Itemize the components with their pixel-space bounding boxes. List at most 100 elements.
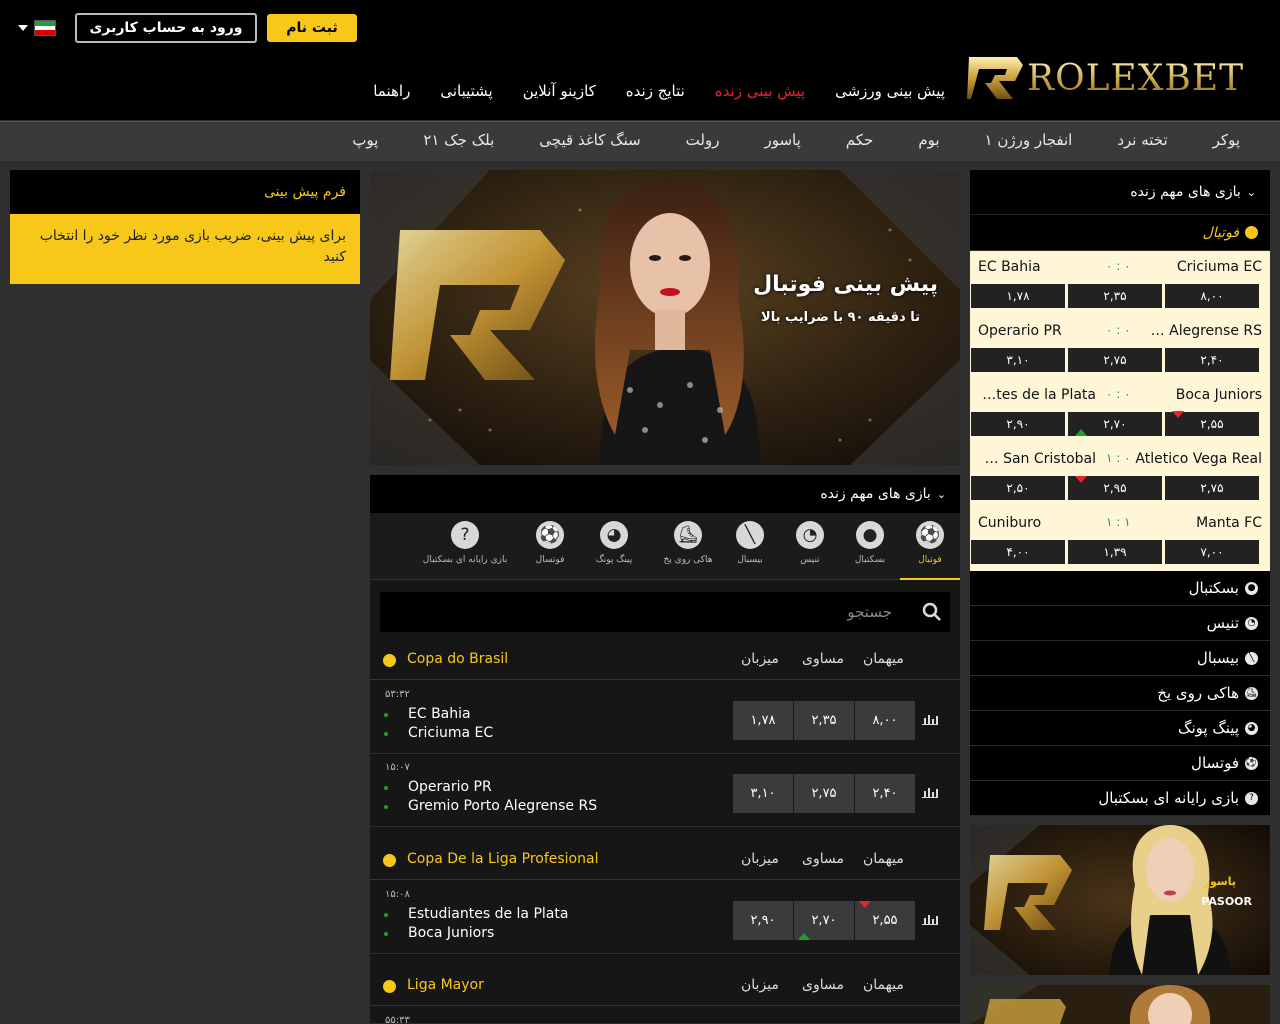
sidebar-sports-list: بسکتبال ● تنیس ◔ بیسبال ╲ هاکی روی یخ ⛸ پینگ… (970, 571, 1270, 816)
promo-banner-2[interactable] (970, 985, 1270, 1024)
pasoor-promo-banner[interactable]: پاسور PASOOR (970, 825, 1270, 975)
tab-label: بیسبال (737, 555, 763, 565)
odd-button[interactable]: ۸,۰۰ (855, 701, 915, 740)
nav-online-casino[interactable]: کازینو آنلاین (523, 82, 596, 102)
tab-label: هاکی روی یخ (663, 555, 713, 565)
odd-button[interactable]: ۲,۷۵ (1068, 348, 1162, 372)
football-promo-banner[interactable]: پیش بینی فوتبال تا دقیقه ۹۰ با ضرایب بال… (370, 170, 960, 465)
tab-ice-hockey[interactable]: ⛸ هاکی روی یخ (653, 513, 723, 580)
sidebar-item-basketball[interactable]: بسکتبال ● (970, 571, 1270, 606)
tab-basketball[interactable]: ● بسکتبال (840, 513, 900, 580)
odd-button[interactable]: ۳,۱۰ (971, 348, 1065, 372)
odd-button[interactable]: ۷,۰۰ (1165, 540, 1259, 564)
home-team: Gremio Porto Alegrense RS (1144, 323, 1262, 339)
sidebar-item-label: پینگ پونگ (1178, 719, 1239, 737)
game-crash[interactable]: انفجار ورژن ۱ (985, 131, 1073, 149)
league-name[interactable]: Liga Mayor (407, 977, 484, 993)
game-pasoor[interactable]: پاسور (764, 131, 800, 149)
league-name[interactable]: Copa do Brasil (407, 651, 508, 667)
league-name[interactable]: Copa De la Liga Profesional (407, 851, 598, 867)
nav-support[interactable]: پشتیبانی (440, 82, 492, 102)
odd-button[interactable]: ۲,۹۰ (733, 901, 793, 940)
odd-button[interactable]: ۲,۵۰ (971, 476, 1065, 500)
stats-icon[interactable] (922, 913, 938, 925)
odd-button[interactable]: ۲,۹۰ (971, 412, 1065, 436)
odd-button[interactable]: ۱,۳۹ (1068, 540, 1162, 564)
nav-help[interactable]: راهنما (373, 82, 410, 102)
odd-button[interactable]: ۴,۰۰ (971, 540, 1065, 564)
live-games-title: بازی های مهم زنده (820, 486, 931, 502)
nav-live-betting[interactable]: پیش بینی زنده (715, 82, 805, 102)
game-blackjack[interactable]: بلک جک ۲۱ (423, 131, 494, 149)
team-1: Estudiantes de la Plata (408, 906, 569, 922)
live-dot (384, 805, 388, 809)
odd-button[interactable]: ۲,۷۵ (794, 774, 854, 813)
col-home: میزبان (741, 851, 779, 867)
language-selector[interactable] (18, 18, 56, 38)
tab-tennis[interactable]: ◔ تنیس (780, 513, 840, 580)
odd-button[interactable]: ۲,۴۰ (855, 774, 915, 813)
live-dot (384, 713, 388, 717)
game-pop[interactable]: پوپ (352, 131, 378, 149)
odds-up-indicator (1075, 429, 1087, 436)
search-icon[interactable] (922, 602, 942, 622)
col-away: میهمان (863, 851, 904, 867)
tab-baseball[interactable]: ╲ بیسبال (720, 513, 780, 580)
tab-label: فوتبال (918, 555, 942, 565)
odd-button[interactable]: ۲,۳۵ (1068, 284, 1162, 308)
game-roulette[interactable]: رولت (686, 131, 720, 149)
odd-button[interactable]: ۳,۱۰ (733, 774, 793, 813)
sidebar-item-ping-pong[interactable]: پینگ پونگ ◕ (970, 711, 1270, 746)
game-hokm[interactable]: حکم (846, 131, 874, 149)
odd-button[interactable]: ۲,۳۵ (794, 701, 854, 740)
tennis-icon: ◔ (1245, 616, 1258, 630)
search-input[interactable] (380, 592, 900, 632)
logo[interactable]: ROLEXBET (965, 52, 1260, 104)
tab-ping-pong[interactable]: ◕ پینگ پونگ (584, 513, 644, 580)
sidebar-item-tennis[interactable]: تنیس ◔ (970, 606, 1270, 641)
game-backgammon[interactable]: تخته نرد (1117, 131, 1167, 149)
stats-icon[interactable] (922, 786, 938, 798)
odds-down-indicator (859, 901, 871, 908)
tab-futsal[interactable]: ⚽ فوتسال (520, 513, 580, 580)
sidebar-sport-header[interactable]: فوتبال (970, 214, 1270, 250)
register-button[interactable]: ثبت نام (267, 14, 357, 42)
odd-button[interactable]: ۲,۷۵ (1165, 476, 1259, 500)
futsal-icon: ⚽ (536, 521, 564, 549)
match-row: ۱۵:۰۸ Estudiantes de la Plata Boca Junio… (370, 881, 960, 954)
sidebar-live-header[interactable]: بازی های مهم زنده ⌄ (970, 170, 1270, 214)
bet-form-hint: برای پیش بینی، ضریب بازی مورد نظر خود را… (10, 214, 360, 284)
login-button[interactable]: ورود به حساب کاربری (75, 13, 257, 43)
live-games-header[interactable]: بازی های مهم زنده ⌄ (370, 475, 960, 513)
odd-button[interactable]: ۲,۴۰ (1165, 348, 1259, 372)
team-2: Gremio Porto Alegrense RS (408, 798, 598, 814)
nav-sports-betting[interactable]: پیش بینی ورزشی (835, 82, 945, 102)
nav-live-results[interactable]: نتایج زنده (626, 82, 685, 102)
game-boom[interactable]: بوم (918, 131, 939, 149)
stats-icon[interactable] (922, 713, 938, 725)
odd-button[interactable]: ۱,۷۸ (971, 284, 1065, 308)
odds-up-indicator (798, 933, 810, 940)
sidebar-sport-title: فوتبال (1202, 224, 1239, 241)
home-team: Atletico Vega Real (1135, 451, 1262, 467)
promo-graphic (970, 985, 1270, 1024)
sidebar-item-label: فوتسال (1191, 754, 1239, 772)
team-2: Criciuma EC (408, 725, 494, 741)
odd-button[interactable]: ۱,۷۸ (733, 701, 793, 740)
sidebar-item-futsal[interactable]: فوتسال ⚽ (970, 746, 1270, 781)
sidebar-item-e-basketball[interactable]: بازی رایانه ای بسکتبال? (970, 781, 1270, 816)
basketball-icon: ● (856, 521, 884, 549)
sidebar-item-ice-hockey[interactable]: هاکی روی یخ ⛸ (970, 676, 1270, 711)
odds-down-indicator (1075, 476, 1087, 483)
tennis-icon: ◔ (796, 521, 824, 549)
col-draw: مساوی (802, 977, 844, 993)
promo-subtitle: PASOOR (1201, 895, 1252, 908)
odd-button[interactable]: ۸,۰۰ (1165, 284, 1259, 308)
game-poker[interactable]: پوکر (1213, 131, 1240, 149)
tab-e-basketball[interactable]: ? بازی رایانه ای بسکتبال (415, 513, 515, 580)
tab-football[interactable]: ⚽ فوتبال (900, 513, 960, 580)
football-icon (1245, 226, 1258, 239)
game-rock-paper-scissors[interactable]: سنگ کاغذ قیچی (539, 131, 640, 149)
sidebar-item-baseball[interactable]: بیسبال ╲ (970, 641, 1270, 676)
chevron-down-icon: ⌄ (1246, 185, 1256, 199)
